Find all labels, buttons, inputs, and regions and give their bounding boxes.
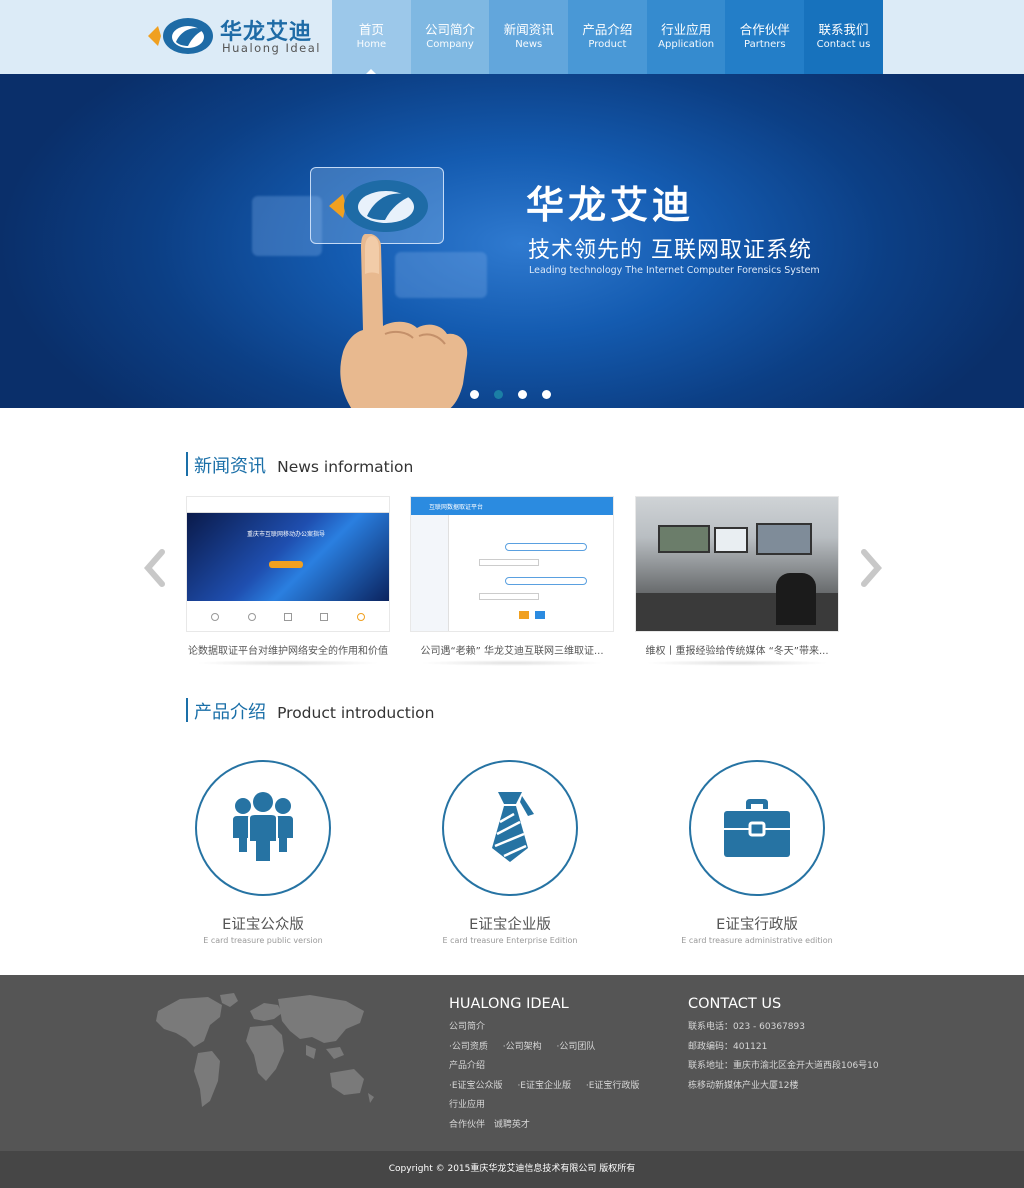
- news-card[interactable]: 互联网数据取证平台 公司遇“老赖” 华龙艾迪互联网三维取证...: [410, 496, 614, 666]
- nav-label-cn: 合作伙伴: [739, 22, 790, 37]
- footer-link-admin-edition[interactable]: ·E证宝行政版: [586, 1081, 640, 1091]
- chevron-left-icon[interactable]: [140, 548, 170, 588]
- nav-label-cn: 产品介绍: [582, 22, 633, 37]
- nav-label-en: Partners: [744, 39, 786, 50]
- product-subtitle: E card treasure public version: [203, 936, 323, 945]
- nav-label-en: News: [515, 39, 543, 50]
- footer-link-qualification[interactable]: ·公司资质: [449, 1042, 488, 1052]
- footer-link-public-edition[interactable]: ·E证宝公众版: [449, 1081, 503, 1091]
- logo-text-en: Hualong Ideal: [222, 41, 321, 55]
- footer-contact-title: CONTACT US: [688, 996, 782, 1012]
- nav-label-cn: 新闻资讯: [503, 22, 554, 37]
- carousel-dot[interactable]: [518, 390, 527, 399]
- footer-link-industry[interactable]: 行业应用: [449, 1100, 485, 1110]
- product-heading-en: Product introduction: [277, 704, 435, 722]
- header: 华龙艾迪 Hualong Ideal 首页 Home 公司简介 Company …: [0, 0, 1024, 74]
- footer-link-team[interactable]: ·公司团队: [557, 1042, 596, 1052]
- thumb-caption: 重庆市互联网移动办公案指导: [247, 531, 326, 538]
- product-icon-circle[interactable]: [442, 760, 578, 896]
- nav-label-en: Contact us: [816, 39, 871, 50]
- news-thumbnail: 互联网数据取证平台: [410, 496, 614, 632]
- banner-glass-card: [310, 167, 444, 244]
- product-name[interactable]: E证宝公众版: [173, 913, 353, 934]
- contact-address-line1: 联系地址：重庆市渝北区金开大道西段106号10: [688, 1061, 879, 1071]
- hand-image: [340, 234, 468, 408]
- product-name[interactable]: E证宝企业版: [420, 913, 600, 934]
- nav-label-en: Application: [658, 39, 715, 50]
- nav-label-cn: 公司简介: [425, 22, 476, 37]
- footer-company-column: HUALONG IDEAL 公司简介 ·公司资质 ·公司架构 ·公司团队 产品介…: [449, 996, 651, 1135]
- eye-logo-icon: [148, 18, 213, 54]
- briefcase-icon: [724, 799, 790, 857]
- nav-label-cn: 联系我们: [818, 22, 869, 37]
- nav-label-en: Product: [588, 39, 627, 50]
- copyright-bar: Copyright © 2015重庆华龙艾迪信息技术有限公司 版权所有: [0, 1151, 1024, 1188]
- footer-link-recruit[interactable]: 诚聘英才: [494, 1120, 530, 1130]
- footer-link-partners[interactable]: 合作伙伴: [449, 1120, 485, 1130]
- news-title[interactable]: 公司遇“老赖” 华龙艾迪互联网三维取证...: [410, 642, 614, 657]
- contact-postcode: 邮政编码：401121: [688, 1041, 768, 1052]
- logo[interactable]: 华龙艾迪 Hualong Ideal: [148, 14, 328, 60]
- contact-address-line2: 栋移动新媒体产业大厦12楼: [688, 1080, 799, 1091]
- product-card[interactable]: E证宝公众版 E card treasure public version: [173, 760, 353, 945]
- product-icon-circle[interactable]: [689, 760, 825, 896]
- banner-title: 华龙艾迪: [526, 183, 695, 227]
- product-subtitle: E card treasure administrative edition: [681, 936, 833, 945]
- footer: HUALONG IDEAL 公司简介 ·公司资质 ·公司架构 ·公司团队 产品介…: [0, 975, 1024, 1151]
- news-thumbnail: [635, 496, 839, 632]
- tie-icon: [492, 792, 534, 862]
- world-map-icon: [156, 993, 374, 1107]
- nav-label-cn: 首页: [358, 22, 384, 37]
- news-card[interactable]: 重庆市互联网移动办公案指导 论数据取证平台对维护网络安全的作用和价值: [186, 496, 390, 666]
- footer-link-structure[interactable]: ·公司架构: [503, 1042, 542, 1052]
- product-heading-cn: 产品介绍: [194, 702, 266, 723]
- product-section-heading: 产品介绍 Product introduction: [186, 698, 435, 723]
- nav-contact[interactable]: 联系我们 Contact us: [804, 0, 883, 74]
- banner-subtitle: 技术领先的 互联网取证系统: [528, 238, 812, 263]
- chevron-right-icon[interactable]: [856, 548, 886, 588]
- footer-link-enterprise-edition[interactable]: ·E证宝企业版: [517, 1081, 571, 1091]
- nav-application[interactable]: 行业应用 Application: [646, 0, 726, 74]
- footer-brand-title: HUALONG IDEAL: [449, 996, 569, 1012]
- footer-link-product[interactable]: 产品介绍: [449, 1061, 485, 1071]
- nav-label-en: Company: [426, 39, 474, 50]
- hero-banner[interactable]: 华龙艾迪 技术领先的 互联网取证系统 Leading technology Th…: [0, 74, 1024, 408]
- nav-news[interactable]: 新闻资讯 News: [489, 0, 569, 74]
- nav-label-en: Home: [356, 39, 387, 50]
- news-heading-cn: 新闻资讯: [194, 456, 266, 477]
- footer-contact-column: CONTACT US 联系电话：023 - 60367893 邮政编码：4011…: [688, 996, 879, 1096]
- contact-phone: 联系电话：023 - 60367893: [688, 1022, 805, 1032]
- carousel-dot[interactable]: [542, 390, 551, 399]
- main-nav: 首页 Home 公司简介 Company 新闻资讯 News 产品介绍 Prod…: [332, 0, 883, 74]
- product-subtitle: E card treasure Enterprise Edition: [442, 936, 578, 945]
- nav-company[interactable]: 公司简介 Company: [410, 0, 490, 74]
- product-card[interactable]: E证宝企业版 E card treasure Enterprise Editio…: [420, 760, 600, 945]
- nav-product[interactable]: 产品介绍 Product: [568, 0, 647, 74]
- news-title[interactable]: 维权丨重报经验给传统媒体 “冬天”带来...: [635, 642, 839, 657]
- news-card[interactable]: 维权丨重报经验给传统媒体 “冬天”带来...: [635, 496, 839, 666]
- people-icon: [233, 792, 293, 863]
- nav-partners[interactable]: 合作伙伴 Partners: [725, 0, 805, 74]
- news-thumbnail: 重庆市互联网移动办公案指导: [186, 496, 390, 632]
- footer-link-company[interactable]: 公司简介: [449, 1022, 485, 1032]
- news-heading-en: News information: [277, 458, 414, 476]
- carousel-dots: [470, 390, 551, 399]
- thumb-caption: 互联网数据取证平台: [429, 504, 484, 511]
- product-name[interactable]: E证宝行政版: [667, 913, 847, 934]
- nav-label-cn: 行业应用: [661, 22, 712, 37]
- news-title[interactable]: 论数据取证平台对维护网络安全的作用和价值: [186, 642, 390, 657]
- product-icon-circle[interactable]: [195, 760, 331, 896]
- product-card[interactable]: E证宝行政版 E card treasure administrative ed…: [667, 760, 847, 945]
- carousel-dot[interactable]: [470, 390, 479, 399]
- nav-home[interactable]: 首页 Home: [332, 0, 411, 74]
- banner-subtitle-en: Leading technology The Internet Computer…: [529, 265, 820, 276]
- news-section-heading: 新闻资讯 News information: [186, 452, 414, 477]
- carousel-dot-active[interactable]: [494, 390, 503, 399]
